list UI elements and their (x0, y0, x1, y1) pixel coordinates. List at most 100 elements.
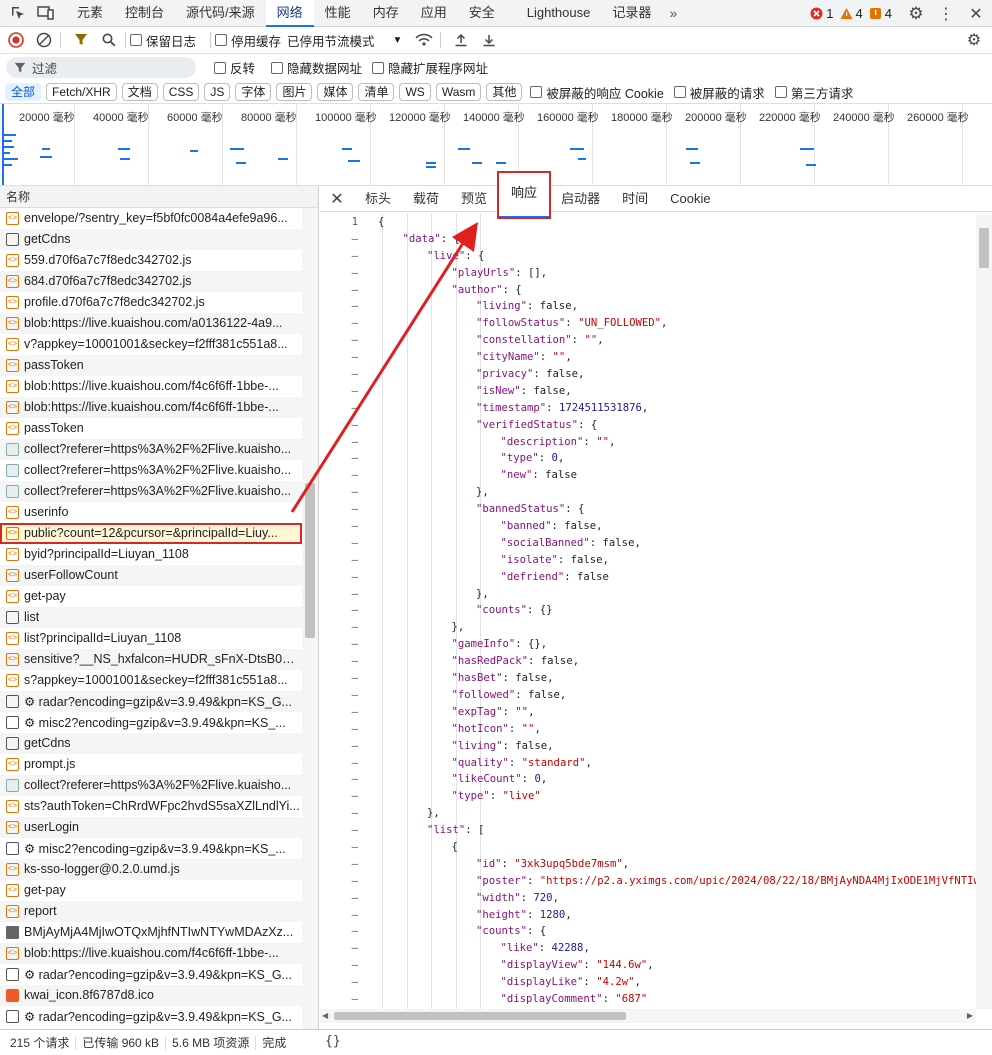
request-row[interactable]: <> userFollowCount (0, 565, 302, 586)
response-scrollbar[interactable] (976, 214, 992, 1009)
name-column-header[interactable]: 名称 (0, 186, 318, 208)
network-settings-gear-icon[interactable]: ⚙ (962, 28, 986, 52)
request-row[interactable]: <> 559.d70f6a7c7f8edc342702.js (0, 250, 302, 271)
close-devtools-icon[interactable]: ✕ (964, 2, 988, 26)
checkbox-box[interactable] (774, 86, 787, 98)
request-row[interactable]: <> public?count=12&pcursor=&principalId=L… (0, 523, 302, 544)
checkbox-box[interactable] (130, 34, 142, 46)
request-row[interactable]: ⚙ radar?encoding=gzip&v=3.9.49&kpn=KS_G.… (0, 964, 302, 985)
request-row[interactable]: <> prompt.js (0, 754, 302, 775)
request-row[interactable]: <> passToken (0, 418, 302, 439)
main-tab[interactable]: 安全 (458, 0, 506, 27)
main-tab[interactable]: 性能 (314, 0, 362, 27)
request-row[interactable]: <> blob:https://live.kuaishou.com/a013612… (0, 313, 302, 334)
issues-count[interactable]: 4 (869, 6, 892, 21)
type-chip[interactable]: JS (204, 83, 231, 101)
type-chip[interactable]: WS (399, 83, 431, 101)
request-row[interactable]: ⚙ radar?encoding=gzip&v=3.9.49&kpn=KS_G.… (0, 691, 302, 712)
checkbox-box[interactable] (271, 61, 284, 74)
device-toolbar-icon[interactable] (34, 1, 58, 25)
detail-tab[interactable]: 预览 (450, 187, 498, 211)
scroll-left-icon[interactable]: ◀ (322, 1011, 328, 1020)
request-row[interactable]: <> list?principalId=Liuyan_1108 (0, 628, 302, 649)
request-row[interactable]: getCdns (0, 733, 302, 754)
request-row[interactable]: <> blob:https://live.kuaishou.com/f4c6f6f… (0, 397, 302, 418)
detail-tab[interactable]: Cookie (659, 187, 721, 211)
type-chip[interactable]: Wasm (435, 83, 482, 101)
clear-icon[interactable] (32, 28, 56, 52)
request-row[interactable]: <> blob:https://live.kuaishou.com/f4c6f6f… (0, 376, 302, 397)
response-hscrollbar[interactable]: ◀ ▶ (320, 1009, 976, 1023)
request-row[interactable]: list (0, 607, 302, 628)
export-har-icon[interactable] (477, 28, 501, 52)
request-row[interactable]: collect?referer=https%3A%2F%2Flive.kuais… (0, 460, 302, 481)
request-row[interactable]: <> userinfo (0, 502, 302, 523)
blocked-cookies-checkbox[interactable]: 被屏蔽的响应 Cookie (530, 83, 664, 102)
detail-tab[interactable]: 时间 (611, 187, 659, 211)
scrollbar-thumb[interactable] (979, 228, 989, 268)
throttle-select[interactable]: 已停用节流模式 ▼ (287, 31, 402, 50)
error-count[interactable]: 1 (810, 6, 834, 21)
main-tab[interactable]: 记录器 (601, 0, 662, 27)
checkbox-box[interactable] (530, 86, 543, 98)
request-row[interactable]: <> v?appkey=10001001&seckey=f2fff381c551a… (0, 334, 302, 355)
request-row[interactable]: <> blob:https://live.kuaishou.com/f4c6f6f… (0, 943, 302, 964)
filter-funnel-icon[interactable] (69, 28, 93, 52)
network-conditions-icon[interactable] (412, 28, 436, 52)
close-detail-icon[interactable]: ✕ (320, 189, 354, 209)
request-row[interactable]: <> 684.d70f6a7c7f8edc342702.js (0, 271, 302, 292)
type-chip[interactable]: 全部 (5, 83, 42, 101)
settings-gear-icon[interactable]: ⚙ (904, 2, 928, 26)
checkbox-box[interactable] (673, 86, 686, 98)
request-row[interactable]: <> sts?authToken=ChRrdWFpc2hvdS5saXZlLndl… (0, 796, 302, 817)
request-row[interactable]: <> get-pay (0, 586, 302, 607)
request-row[interactable]: <> s?appkey=10001001&seckey=f2fff381c551a… (0, 670, 302, 691)
main-tab[interactable]: 元素 (66, 0, 114, 27)
main-tab[interactable]: 应用 (410, 0, 458, 27)
response-json-viewer[interactable]: 1{– "data": {– "live": {– "playUrls": [], – "… (320, 214, 976, 1009)
type-chip[interactable]: 文档 (121, 83, 158, 101)
checkbox-box[interactable] (372, 61, 385, 74)
detail-tab[interactable]: 启动器 (550, 187, 611, 211)
type-chip[interactable]: 媒体 (317, 83, 354, 101)
main-tab[interactable]: 控制台 (114, 0, 175, 27)
detail-tab[interactable]: 标头 (354, 187, 402, 211)
search-icon[interactable] (97, 28, 121, 52)
type-chip[interactable]: 其他 (486, 83, 523, 101)
warning-count[interactable]: 4 (840, 6, 863, 21)
third-party-checkbox[interactable]: 第三方请求 (774, 83, 853, 102)
record-stop-icon[interactable] (4, 28, 28, 52)
request-row[interactable]: <> get-pay (0, 880, 302, 901)
disable-cache-checkbox[interactable]: 停用缓存 (215, 31, 281, 50)
checkbox-box[interactable] (214, 61, 226, 74)
pretty-print-icon[interactable]: {} (325, 1034, 341, 1049)
type-chip[interactable]: Fetch/XHR (46, 83, 117, 101)
request-row[interactable]: <> report (0, 901, 302, 922)
request-row[interactable]: <> passToken (0, 355, 302, 376)
main-tab[interactable]: 网络 (265, 0, 314, 27)
main-tab[interactable]: 源代码/来源 (175, 0, 266, 27)
request-row[interactable]: <> profile.d70f6a7c7f8edc342702.js (0, 292, 302, 313)
detail-tab[interactable]: 载荷 (402, 187, 450, 211)
type-chip[interactable]: CSS (162, 83, 200, 101)
request-row[interactable]: getCdns (0, 229, 302, 250)
invert-checkbox[interactable]: 反转 (214, 58, 255, 77)
scrollbar-thumb[interactable] (334, 1012, 626, 1020)
request-row[interactable]: collect?referer=https%3A%2F%2Flive.kuais… (0, 439, 302, 460)
import-har-icon[interactable] (449, 28, 473, 52)
request-row[interactable]: ⚙ radar?encoding=gzip&v=3.9.49&kpn=KS_G.… (0, 1006, 302, 1027)
type-chip[interactable]: 清单 (358, 83, 395, 101)
request-list-scrollbar[interactable] (302, 208, 318, 1029)
hide-data-urls-checkbox[interactable]: 隐藏数据网址 (271, 58, 362, 77)
more-options-icon[interactable]: ⋮ (934, 2, 958, 26)
request-row[interactable]: ⚙ misc2?encoding=gzip&v=3.9.49&kpn=KS_..… (0, 838, 302, 859)
request-row[interactable]: <> userLogin (0, 817, 302, 838)
preserve-log-checkbox[interactable]: 保留日志 (130, 31, 196, 50)
request-row[interactable]: <> byid?principalId=Liuyan_1108 (0, 544, 302, 565)
scroll-right-icon[interactable]: ▶ (967, 1011, 973, 1020)
more-tabs-icon[interactable]: » (662, 5, 684, 21)
request-row[interactable]: collect?referer=https%3A%2F%2Flive.kuais… (0, 481, 302, 502)
request-row[interactable]: ⚙ misc2?encoding=gzip&v=3.9.49&kpn=KS_..… (0, 712, 302, 733)
request-row[interactable]: kwai_icon.8f6787d8.ico (0, 985, 302, 1006)
scrollbar-thumb[interactable] (305, 483, 315, 638)
